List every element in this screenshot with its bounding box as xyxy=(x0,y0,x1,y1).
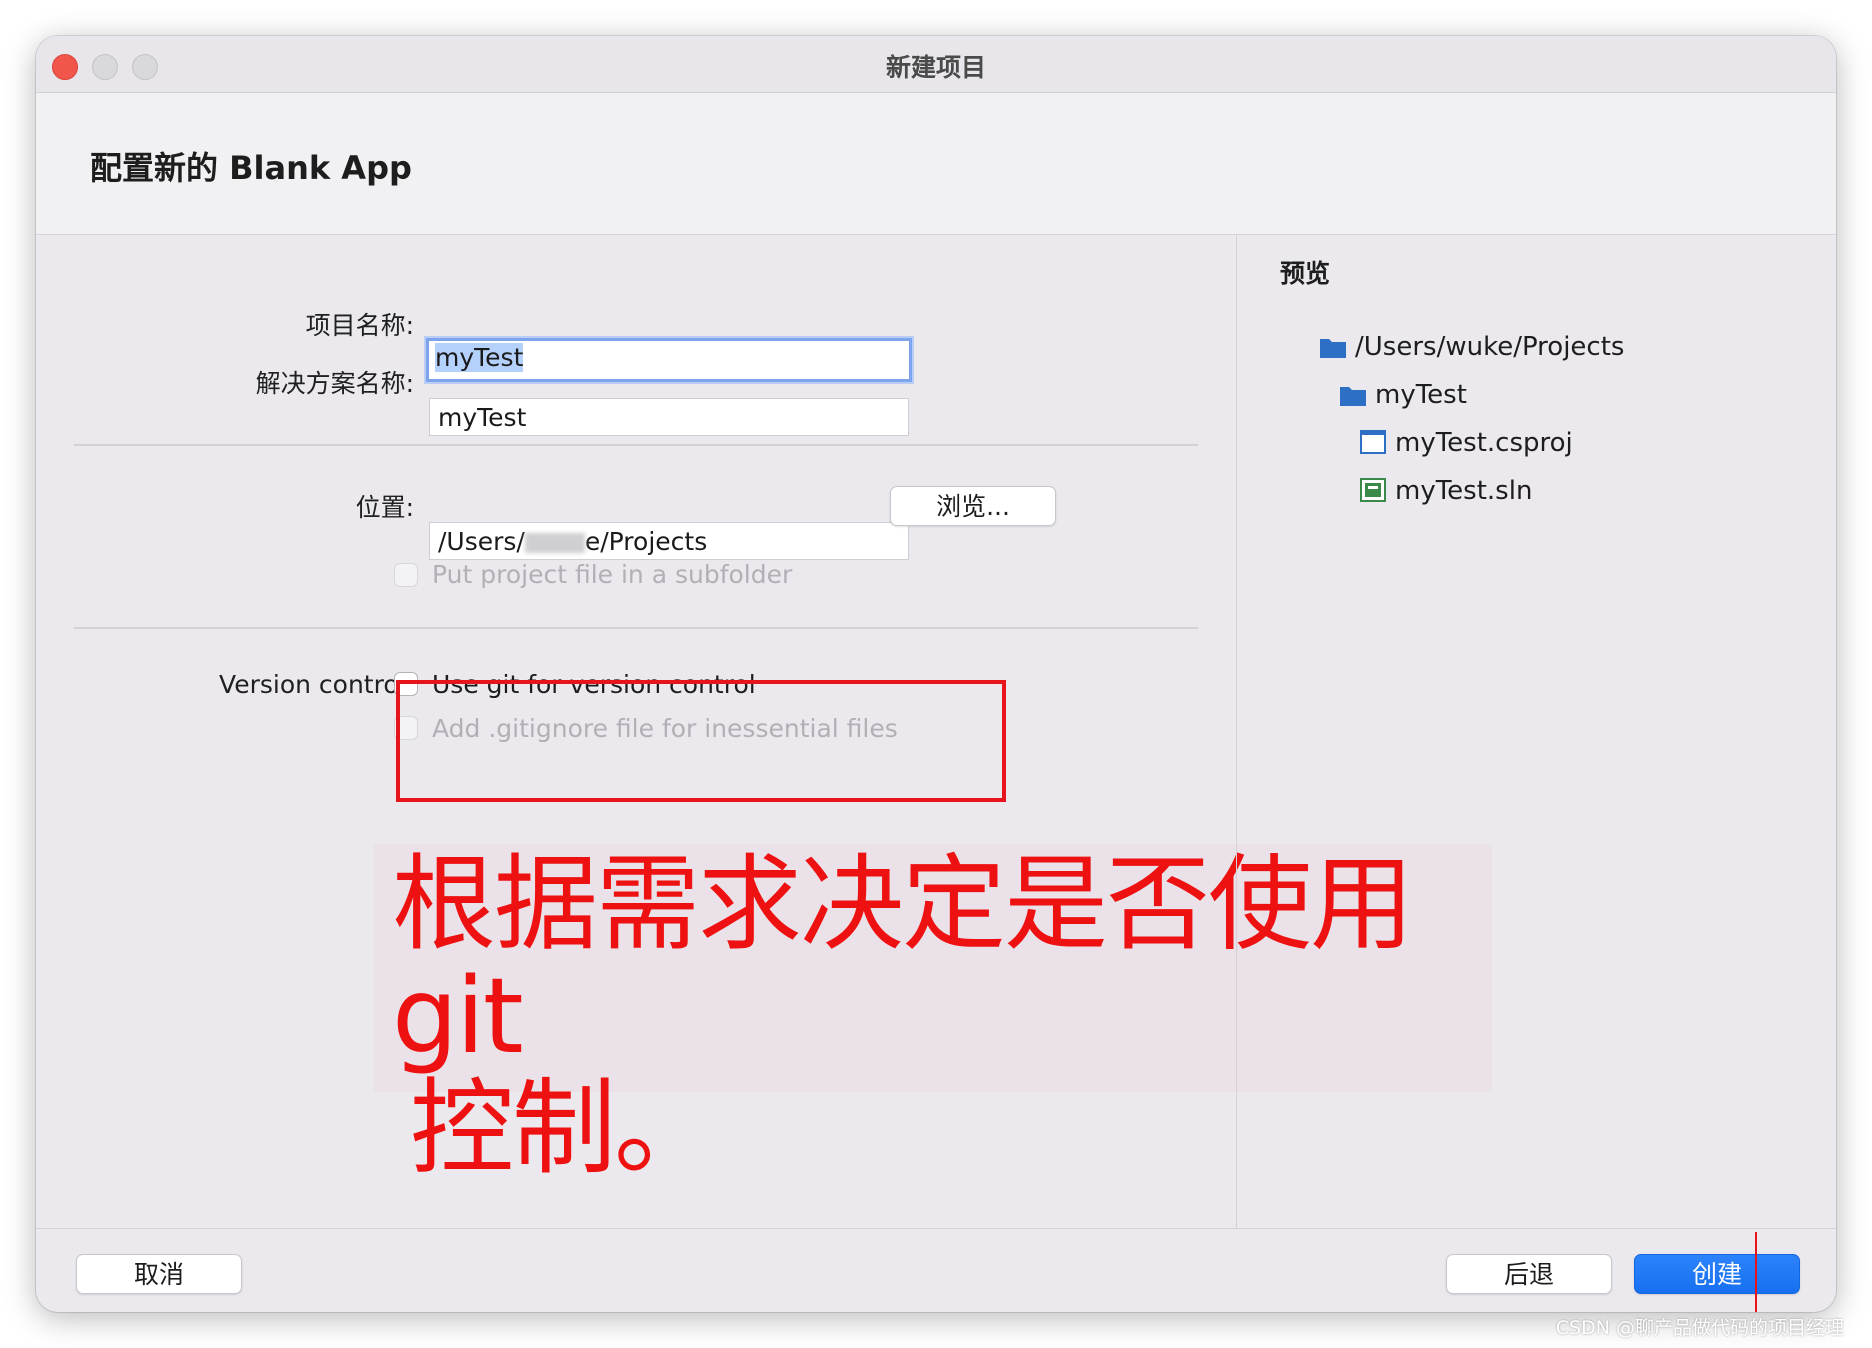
location-label: 位置: xyxy=(355,493,414,522)
version-control-label: Version control: xyxy=(219,670,414,699)
title-bar: 新建项目 xyxy=(36,36,1836,93)
location-value-prefix: /Users/ xyxy=(438,527,525,556)
location-value-suffix: e/Projects xyxy=(584,527,708,556)
tree-item-mytest-folder: myTest xyxy=(1339,380,1467,410)
annotation-line-1: 根据需求决定是否使用git xyxy=(392,843,1414,1077)
preview-divider xyxy=(1236,235,1237,1229)
csproj-file-icon xyxy=(1360,430,1386,454)
folder-icon xyxy=(1340,387,1366,406)
footer-divider xyxy=(36,1228,1836,1229)
watermark: CSDN @聊产品做代码的项目经理 xyxy=(1555,1317,1844,1339)
folder-icon xyxy=(1320,339,1346,358)
section-divider xyxy=(74,444,1198,446)
project-name-value: myTest xyxy=(435,343,524,372)
new-project-dialog: 新建项目 配置新的 Blank App 项目名称: myTest 解决方案名称:… xyxy=(36,36,1836,1312)
cancel-button[interactable]: 取消 xyxy=(76,1254,242,1294)
page-title: 配置新的 Blank App xyxy=(90,149,412,187)
tree-item-label: myTest xyxy=(1375,380,1467,410)
annotation-text: 根据需求决定是否使用git 控制。 xyxy=(392,848,1502,1184)
annotation-line-2: 控制。 xyxy=(410,1067,718,1189)
page-header: 配置新的 Blank App xyxy=(36,93,1836,235)
redacted-username xyxy=(524,533,585,553)
project-name-label: 项目名称: xyxy=(305,311,414,340)
solution-name-label: 解决方案名称: xyxy=(255,369,414,398)
preview-title: 预览 xyxy=(1280,259,1331,288)
browse-button[interactable]: 浏览... xyxy=(890,486,1056,526)
tree-item-sln: myTest.sln xyxy=(1359,476,1532,506)
solution-file-icon xyxy=(1360,478,1386,502)
subfolder-label: Put project file in a subfolder xyxy=(432,560,793,589)
subfolder-checkbox[interactable] xyxy=(394,563,418,587)
location-input[interactable]: /Users/e/Projects xyxy=(429,522,909,560)
tree-item-projects-folder: /Users/wuke/Projects xyxy=(1319,332,1624,362)
back-button[interactable]: 后退 xyxy=(1446,1254,1612,1294)
tree-item-csproj: myTest.csproj xyxy=(1359,428,1573,458)
solution-name-value: myTest xyxy=(438,403,527,432)
create-button[interactable]: 创建 xyxy=(1634,1254,1800,1294)
highlight-box xyxy=(396,680,1006,802)
tree-item-label: myTest.sln xyxy=(1395,476,1533,506)
window-title: 新建项目 xyxy=(885,53,986,82)
section-divider xyxy=(74,627,1198,629)
annotation-marker-line xyxy=(1755,1232,1757,1312)
project-name-input[interactable]: myTest xyxy=(426,338,912,382)
tree-item-label: myTest.csproj xyxy=(1395,428,1573,458)
tree-item-label: /Users/wuke/Projects xyxy=(1355,332,1625,362)
solution-name-input[interactable]: myTest xyxy=(429,398,909,436)
